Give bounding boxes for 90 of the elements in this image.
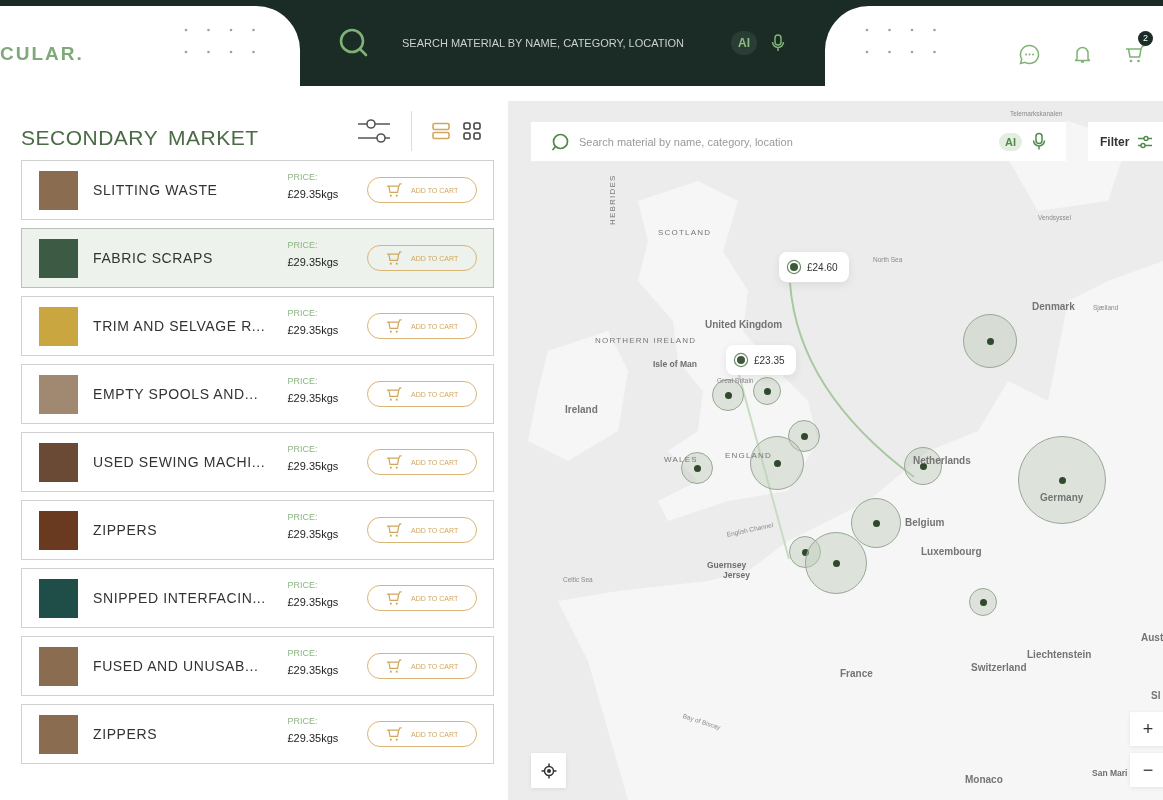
price-label: PRICE: xyxy=(287,716,319,726)
cart-icon xyxy=(386,726,403,742)
cart-icon xyxy=(386,386,403,402)
location-bubble[interactable] xyxy=(788,420,820,452)
photo-placeholder xyxy=(39,442,78,482)
location-bubble[interactable] xyxy=(969,588,997,616)
microphone-icon[interactable] xyxy=(771,34,785,52)
photo-placeholder xyxy=(39,170,78,210)
map-label: ENGLAND xyxy=(725,451,773,460)
filter-button[interactable]: Filter xyxy=(1088,122,1163,161)
price-label: PRICE: xyxy=(287,580,319,590)
map-label: Denmark xyxy=(1032,301,1075,312)
map-label: SCOTLAND xyxy=(658,228,712,237)
product-name: USED SEWING MACHI... xyxy=(93,454,267,470)
map-label: Aust xyxy=(1141,632,1163,643)
map-label: Jersey xyxy=(723,570,750,580)
grid-view-icon[interactable] xyxy=(463,121,481,140)
product-name: ZIPPERS xyxy=(93,522,159,538)
map-label: HEBRIDES xyxy=(608,174,617,225)
map-label: NORTHERN IRELAND xyxy=(595,336,697,345)
product-name: TRIM AND SELVAGE R... xyxy=(93,318,267,334)
price-pin[interactable]: £24.60 xyxy=(779,252,849,282)
map-label: Switzerland xyxy=(971,662,1027,673)
search-icon[interactable] xyxy=(338,27,370,59)
section-title: SECONDARY MARKET xyxy=(21,125,260,150)
price-label: PRICE: xyxy=(287,376,319,386)
map-label: Monaco xyxy=(965,774,1003,785)
price-value: £29.35kgs xyxy=(287,392,340,404)
cart-icon xyxy=(386,250,403,266)
microphone-icon[interactable] xyxy=(1032,132,1046,151)
cart-icon xyxy=(386,590,403,606)
dot-grid-decoration xyxy=(865,28,937,54)
search-icon xyxy=(551,132,569,151)
product-name: FABRIC SCRAPS xyxy=(93,250,214,266)
price-label: PRICE: xyxy=(287,444,319,454)
product-name: EMPTY SPOOLS AND... xyxy=(93,386,260,402)
locate-button[interactable] xyxy=(531,753,566,788)
product-name: ZIPPERS xyxy=(93,726,159,742)
price-label: PRICE: xyxy=(287,512,319,522)
product-name: SNIPPED INTERFACIN... xyxy=(93,590,267,606)
map-label: Germany xyxy=(1040,492,1084,503)
cart-icon xyxy=(386,182,403,198)
crosshair-icon xyxy=(540,762,557,779)
map-label: San Mari xyxy=(1092,768,1128,778)
map-label: Belgium xyxy=(905,517,945,528)
photo-placeholder xyxy=(39,510,78,550)
price-value: £29.35kgs xyxy=(287,732,340,744)
zoom-out-button[interactable]: − xyxy=(1130,753,1163,787)
photo-placeholder xyxy=(39,714,78,754)
map-label: Ireland xyxy=(565,404,598,415)
sliders-icon xyxy=(1137,133,1154,150)
sliders-icon[interactable] xyxy=(357,117,391,144)
price-value: £29.35kgs xyxy=(287,324,340,336)
price-value: £29.35kgs xyxy=(287,256,340,268)
product-name: SLITTING WASTE xyxy=(93,182,219,198)
cart-icon xyxy=(386,658,403,674)
map-label: Sl xyxy=(1151,690,1161,701)
photo-placeholder xyxy=(39,578,78,618)
cart-icon xyxy=(386,522,403,538)
photo-placeholder xyxy=(39,306,78,346)
price-label: PRICE: xyxy=(287,240,319,250)
map-label: United Kingdom xyxy=(705,319,783,330)
price-label: PRICE: xyxy=(287,308,319,318)
photo-placeholder xyxy=(39,238,78,278)
map-label: Guernsey xyxy=(707,560,747,570)
map-label: Netherlands xyxy=(913,455,971,466)
map-label: France xyxy=(840,668,873,679)
photo-placeholder xyxy=(39,374,78,414)
search-placeholder[interactable]: SEARCH MATERIAL BY NAME, CATEGORY, LOCATION xyxy=(402,37,684,49)
map-label: Liechtenstein xyxy=(1027,649,1092,660)
product-name: FUSED AND UNUSAB... xyxy=(93,658,260,674)
price-pin[interactable]: £23.35 xyxy=(726,345,796,375)
ai-button[interactable]: AI xyxy=(731,31,757,55)
map-label: Isle of Man xyxy=(653,359,697,369)
price-value: £29.35kgs xyxy=(287,664,340,676)
price-value: £29.35kgs xyxy=(287,596,340,608)
price-value: £29.35kgs xyxy=(287,188,340,200)
map-label: WALES xyxy=(664,455,698,464)
price-value: £29.35kgs xyxy=(287,460,340,472)
search-placeholder: Search material by name, category, location xyxy=(579,135,794,148)
cart-icon xyxy=(386,318,403,334)
photo-placeholder xyxy=(39,646,78,686)
cart-icon xyxy=(386,454,403,470)
price-label: PRICE: xyxy=(287,648,319,658)
price-label: PRICE: xyxy=(287,172,319,182)
zoom-in-button[interactable]: + xyxy=(1130,712,1163,746)
cart-count-badge: 2 xyxy=(1138,30,1153,46)
price-value: £29.35kgs xyxy=(287,528,340,540)
location-bubble[interactable] xyxy=(753,377,781,405)
map-label: Luxembourg xyxy=(921,546,982,557)
